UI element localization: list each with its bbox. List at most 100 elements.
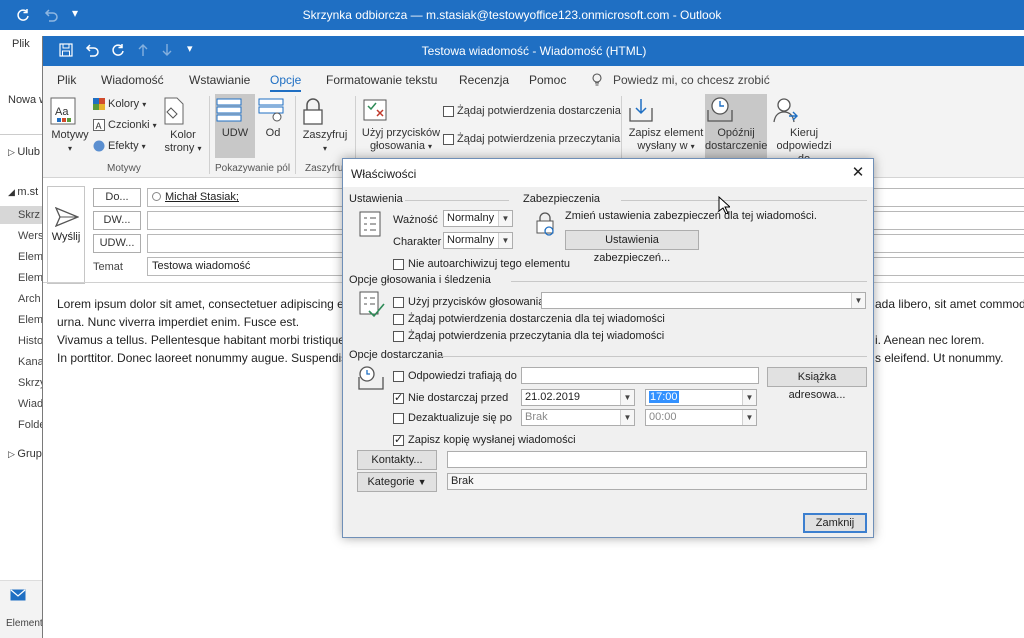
reply-to-option[interactable]: Odpowiedzi trafiają do (393, 370, 517, 382)
importance-label: Ważność (393, 214, 438, 226)
voting-buttons-select[interactable]: ▼ (541, 292, 866, 309)
message-body-right: ada libero, sit amet commod i. Aenean ne… (875, 295, 1024, 367)
chevron-down-icon: ▼ (620, 390, 634, 405)
deliver-date-select[interactable]: 21.02.2019 ▼ (521, 389, 635, 406)
security-settings-button[interactable]: Ustawienia zabezpieczeń... (565, 230, 699, 264)
reply-to-field[interactable] (521, 367, 759, 384)
tab-opcje[interactable]: Opcje (270, 73, 302, 92)
tab-formatowanie-tekstu[interactable]: Formatowanie tekstu (326, 73, 437, 87)
tab-pomoc[interactable]: Pomoc (529, 73, 566, 87)
delivery-receipt-checkbox[interactable] (443, 105, 454, 117)
direct-replies-icon (771, 96, 837, 124)
contacts-button[interactable]: Kontakty... (357, 450, 437, 470)
folder-item[interactable]: Wiad (18, 398, 43, 410)
folder-pane: Plik Nowa w ▷ Ulub ◢ m.st Skrz Wers Elem… (0, 30, 47, 638)
tell-me-search[interactable]: Powiedz mi, co chcesz zrobić (613, 73, 770, 87)
read-receipt-option[interactable]: Żądaj potwierdzenia przeczytania dla tej… (393, 330, 664, 342)
favorites-folder[interactable]: ▷ Ulub (8, 146, 40, 158)
address-book-button[interactable]: Książka adresowa... (767, 367, 867, 401)
close-button[interactable]: Zamknij (803, 513, 867, 533)
bcc-button[interactable]: UDW... (93, 234, 141, 253)
importance-select[interactable]: Normalny ▼ (443, 210, 513, 227)
svg-text:A: A (96, 121, 102, 131)
fonts-button[interactable]: A Czcionki ▾ (93, 119, 157, 131)
folder-item[interactable]: Elem (18, 314, 43, 326)
message-title: Testowa wiadomość - Wiadomość (HTML) (421, 44, 647, 58)
read-receipt-checkbox[interactable] (393, 330, 404, 342)
folder-item[interactable]: Wers (18, 230, 43, 242)
save-copy-checkbox[interactable] (393, 433, 404, 446)
expiry-date-select[interactable]: Brak ▼ (521, 409, 635, 426)
encrypt-button[interactable]: Zaszyfruj ▾ (301, 96, 349, 155)
contacts-field[interactable] (447, 451, 867, 468)
bcc-field-button[interactable]: UDW (215, 94, 255, 158)
collapse-icon: ◢ (8, 187, 18, 197)
tab-plik[interactable]: Plik (57, 73, 76, 87)
presence-icon (152, 192, 161, 201)
use-voting-option[interactable]: Użyj przycisków głosowania (393, 296, 544, 308)
mail-icon[interactable] (10, 589, 26, 601)
do-not-deliver-before-checkbox[interactable] (393, 391, 404, 404)
request-read-receipt[interactable]: Żądaj potwierdzenia przeczytania (443, 133, 620, 145)
folder-item[interactable]: Elem (18, 251, 43, 263)
delivery-receipt-option[interactable]: Żądaj potwierdzenia dostarczenia dla tej… (393, 313, 665, 325)
do-not-deliver-before-option[interactable]: Nie dostarczaj przed (393, 391, 508, 404)
to-button[interactable]: Do... (93, 188, 141, 207)
mouse-cursor-icon (718, 196, 730, 214)
send-icon (55, 207, 79, 227)
folder-inbox[interactable]: Skrz (0, 206, 42, 224)
chevron-down-icon: ▼ (417, 477, 427, 487)
request-delivery-receipt[interactable]: Żądaj potwierdzenia dostarczenia (443, 105, 621, 117)
group-label-encrypt: Zaszyfruj (305, 163, 346, 174)
colors-button[interactable]: Kolory ▾ (93, 98, 146, 110)
sensitivity-select[interactable]: Normalny ▼ (443, 232, 513, 249)
deliver-time-select[interactable]: 17:00 ▼ (645, 389, 757, 406)
page-color-button[interactable]: Kolor strony ▾ (161, 96, 205, 155)
themes-button[interactable]: Aa Motywy ▾ (49, 96, 91, 155)
main-window-title: Skrzynka odbiorcza — m.stasiak@testowyof… (302, 8, 722, 22)
section-voting: Opcje głosowania i śledzenia (349, 274, 491, 286)
folder-item[interactable]: Elem (18, 272, 43, 284)
close-icon[interactable]: ✕ (847, 163, 869, 183)
use-voting-checkbox[interactable] (393, 296, 404, 308)
folder-item[interactable]: Histo (18, 335, 43, 347)
tab-recenzja[interactable]: Recenzja (459, 73, 509, 87)
to-recipient[interactable]: Michał Stasiak; (165, 191, 239, 203)
no-autoarchive-option[interactable]: Nie autoarchiwizuj tego elementu (393, 258, 570, 270)
expiry-time-select[interactable]: 00:00 ▼ (645, 409, 757, 426)
file-tab[interactable]: Plik (12, 38, 30, 50)
reply-to-checkbox[interactable] (393, 370, 404, 382)
chevron-down-icon: ▼ (498, 211, 512, 226)
groups-folder[interactable]: ▷ Grup (8, 448, 42, 460)
expires-after-option[interactable]: Dezaktualizuje się po (393, 412, 512, 424)
effects-button[interactable]: Efekty ▾ (93, 140, 146, 152)
chevron-down-icon: ▼ (742, 410, 756, 425)
account-folder[interactable]: ◢ m.st (8, 186, 38, 198)
voting-buttons[interactable]: Użyj przycisków głosowania ▾ (361, 96, 441, 153)
tab-wiadomosc[interactable]: Wiadomość (101, 73, 164, 87)
send-label: Wyślij (51, 231, 81, 243)
cc-button[interactable]: DW... (93, 211, 141, 230)
expires-after-checkbox[interactable] (393, 412, 404, 424)
delay-delivery-button[interactable]: Opóźnij dostarczenie (705, 94, 767, 158)
nav-bar: Element (0, 580, 43, 638)
chevron-down-icon: ▼ (498, 233, 512, 248)
status-items-count: Element (6, 618, 43, 629)
save-sent-item-button[interactable]: Zapisz element wysłany w ▾ (627, 96, 705, 153)
save-copy-option[interactable]: Zapisz kopię wysłanej wiadomości (393, 433, 576, 446)
read-receipt-checkbox[interactable] (443, 133, 454, 145)
message-titlebar: ▾ Testowa wiadomość - Wiadomość (HTML) (43, 36, 1024, 66)
properties-dialog: Właściwości ✕ Ustawienia Ważność Normaln… (342, 158, 874, 538)
delivery-receipt-checkbox[interactable] (393, 313, 404, 325)
from-field-button[interactable]: Od (257, 96, 289, 140)
save-sent-icon (627, 96, 705, 124)
folder-item[interactable]: Arch (18, 293, 41, 305)
categories-button[interactable]: Kategorie ▼ (357, 472, 437, 492)
security-icon (533, 211, 557, 237)
direct-replies-button[interactable]: Kieruj odpowiedzi do (771, 96, 837, 166)
send-button[interactable]: Wyślij (47, 186, 85, 284)
font-icon: A (93, 119, 105, 131)
folder-item[interactable]: Kana (18, 356, 44, 368)
tab-wstawianie[interactable]: Wstawianie (189, 73, 250, 87)
no-autoarchive-checkbox[interactable] (393, 258, 404, 270)
